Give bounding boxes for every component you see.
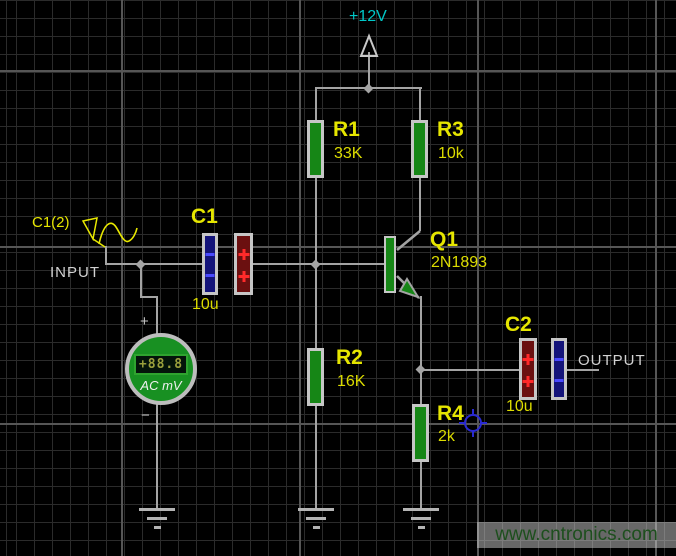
- r1-value-label: 33K: [334, 145, 362, 163]
- capacitor-c1-negative-plate[interactable]: [202, 233, 218, 295]
- c1-value-label: 10u: [192, 296, 219, 314]
- meter-minus-terminal: −: [141, 407, 150, 424]
- schematic-drawing-layer: [0, 0, 676, 556]
- watermark-text: www.cntronics.com: [495, 524, 658, 546]
- r3-ref-label: R3: [437, 118, 464, 142]
- collector-line[interactable]: [397, 231, 420, 250]
- power-terminal-icon[interactable]: [361, 36, 377, 56]
- resistor-r4[interactable]: [412, 404, 429, 462]
- plus-mark-icon: [238, 271, 249, 282]
- meter-reading: +88.8: [134, 354, 188, 375]
- r3-value-label: 10k: [438, 145, 464, 163]
- output-label: OUTPUT: [578, 352, 646, 369]
- r4-value-label: 2k: [438, 428, 455, 446]
- sine-wave-icon: [99, 223, 137, 244]
- probe-icon[interactable]: [83, 218, 97, 239]
- r4-ref-label: R4: [437, 402, 464, 426]
- minus-mark-icon: [555, 358, 564, 361]
- r2-ref-label: R2: [336, 346, 363, 370]
- power-rail-label: +12V: [349, 8, 387, 26]
- q1-ref-label: Q1: [430, 228, 458, 252]
- resistor-r3[interactable]: [411, 120, 428, 178]
- q1-value-label: 2N1893: [431, 254, 487, 272]
- r2-value-label: 16K: [337, 373, 365, 391]
- minus-mark-icon: [206, 253, 215, 256]
- schematic-canvas[interactable]: +88.8 AC mV + − +12V C1(2) INPUT OUTPUT …: [0, 0, 676, 556]
- c2-ref-label: C2: [505, 313, 532, 337]
- watermark: www.cntronics.com: [477, 522, 676, 548]
- c2-value-label: 10u: [506, 398, 533, 416]
- plus-mark-icon: [523, 376, 534, 387]
- minus-mark-icon: [555, 379, 564, 382]
- resistor-r1[interactable]: [307, 120, 324, 178]
- meter-plus-terminal: +: [140, 313, 149, 330]
- capacitor-c2-negative-plate[interactable]: [551, 338, 567, 400]
- resistor-r2[interactable]: [307, 348, 324, 406]
- plus-mark-icon: [238, 249, 249, 260]
- capacitor-c2-positive-plate[interactable]: [519, 338, 537, 400]
- meter-mode-label: AC mV: [125, 378, 197, 393]
- input-label: INPUT: [50, 264, 100, 281]
- probe-label: C1(2): [32, 214, 70, 231]
- capacitor-c1-positive-plate[interactable]: [234, 233, 253, 295]
- plus-mark-icon: [523, 354, 534, 365]
- minus-mark-icon: [206, 274, 215, 277]
- transistor-q1[interactable]: [384, 236, 396, 293]
- r1-ref-label: R1: [333, 118, 360, 142]
- c1-ref-label: C1: [191, 205, 218, 229]
